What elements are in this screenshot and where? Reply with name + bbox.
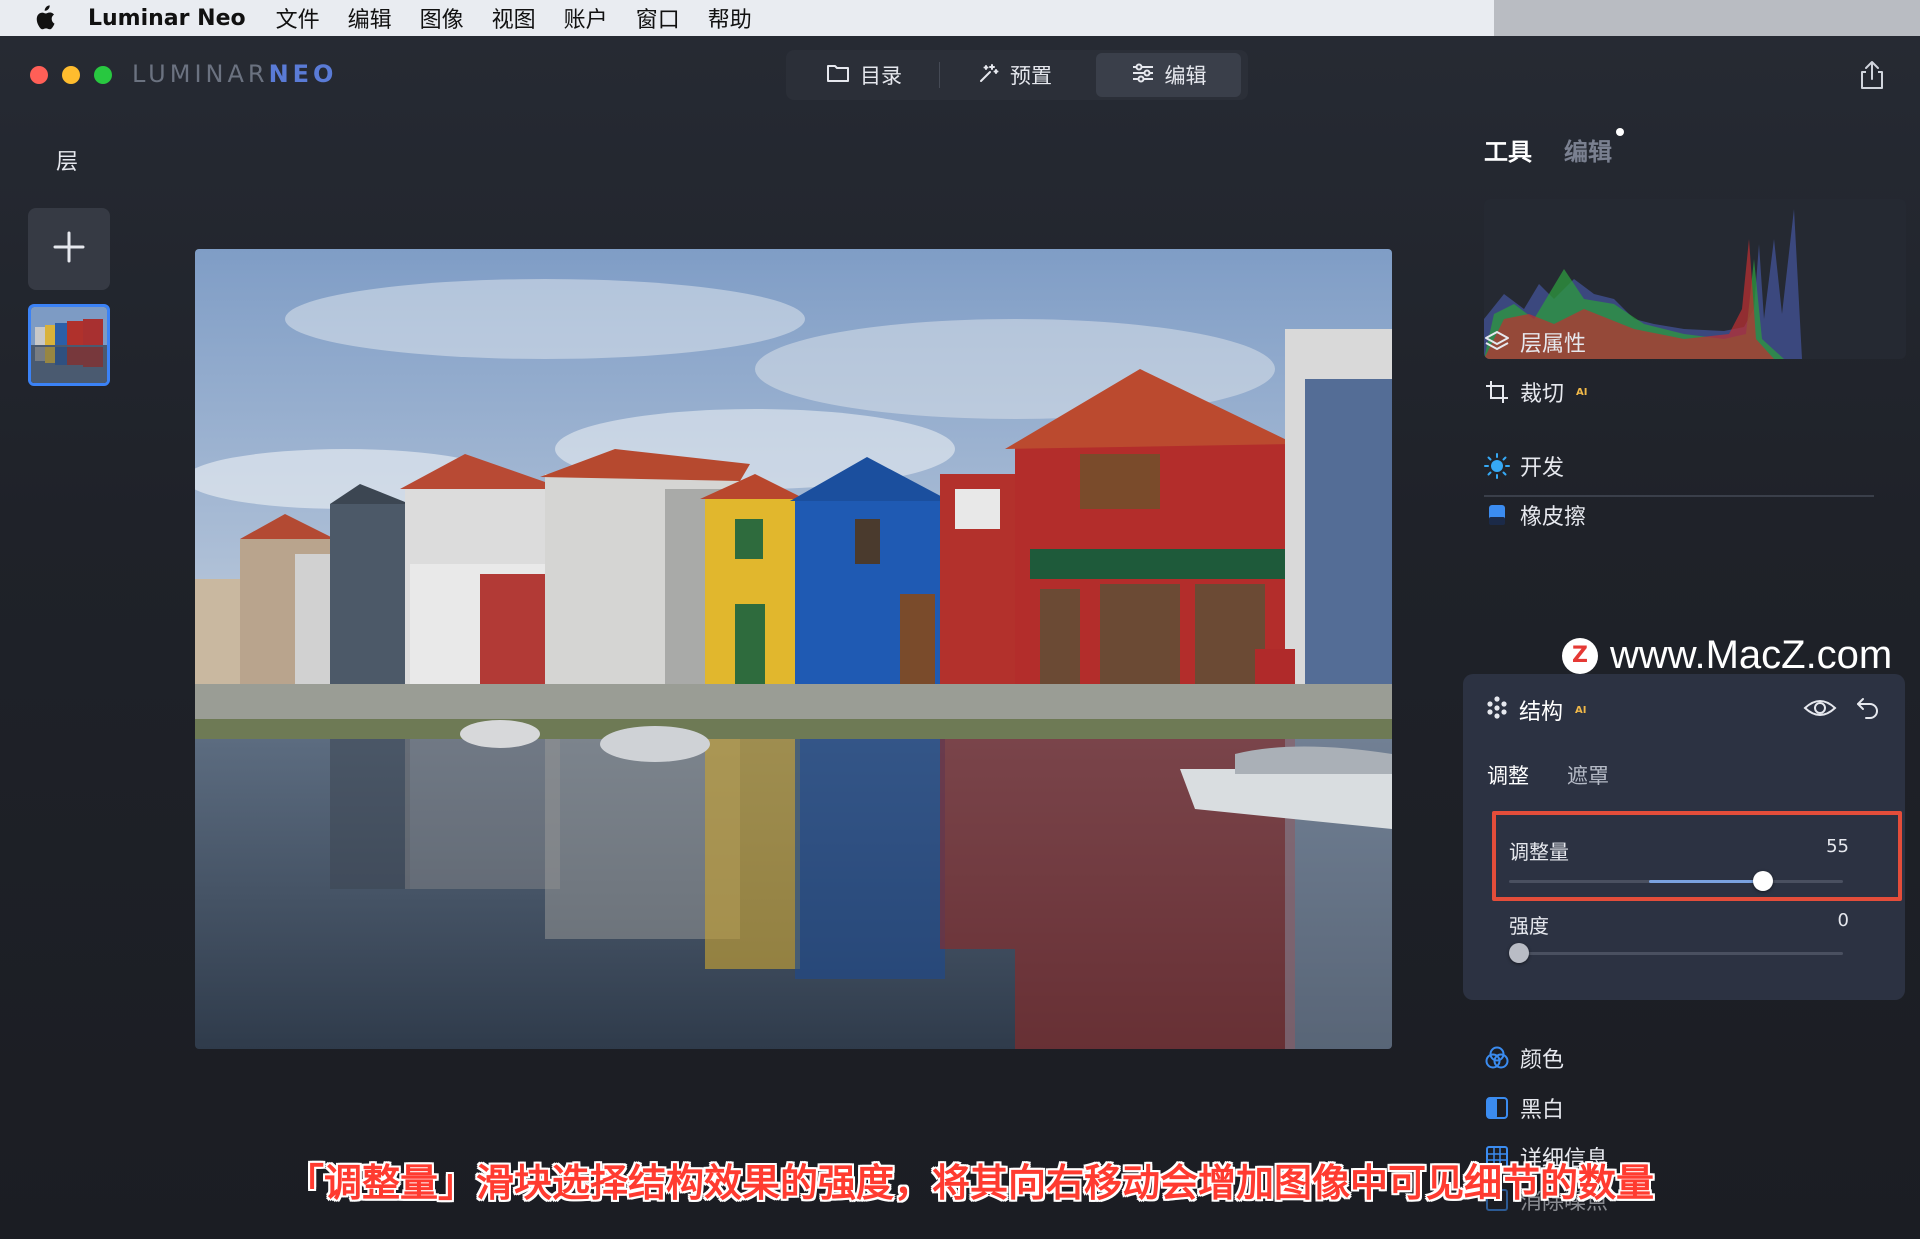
watermark-text: www.MacZ.com	[1610, 633, 1893, 677]
strength-slider-label: 强度	[1509, 914, 1549, 938]
crop-icon	[1484, 379, 1510, 405]
strength-slider-thumb[interactable]	[1509, 943, 1529, 963]
tab-tools[interactable]: 工具	[1484, 132, 1532, 167]
app-name-menu[interactable]: Luminar Neo	[88, 6, 246, 31]
zoom-window-button[interactable]	[94, 66, 112, 84]
menu-window[interactable]: 窗口	[636, 2, 680, 34]
reset-icon[interactable]	[1855, 694, 1881, 720]
title-bar: LUMINARNEO 目录 预置 编辑	[0, 36, 1920, 112]
structure-header[interactable]: 结构 AI	[1485, 694, 1586, 726]
tab-catalog-label: 目录	[860, 64, 902, 88]
tool-label: 层属性	[1520, 332, 1587, 357]
tab-mask[interactable]: 遮罩	[1567, 760, 1609, 790]
app-window: LUMINARNEO 目录 预置 编辑 层 工具 编辑 层属性 裁切 AI 开发…	[0, 36, 1920, 1239]
tool-label: 颜色	[1520, 1048, 1565, 1073]
tab-edits[interactable]: 编辑	[1564, 128, 1624, 167]
tool-crop[interactable]: 裁切 AI	[1484, 376, 1587, 408]
watermark-logo-icon: Z	[1562, 637, 1598, 674]
watermark: Z www.MacZ.com	[1562, 633, 1892, 678]
menu-account[interactable]: 账户	[564, 2, 608, 34]
strength-slider[interactable]: 强度 0	[1509, 910, 1849, 970]
menu-view[interactable]: 视图	[492, 2, 536, 34]
tab-presets-label: 预置	[1010, 64, 1052, 88]
app-logo: LUMINARNEO	[132, 60, 337, 88]
strength-slider-value: 0	[1837, 910, 1849, 931]
tool-eraser[interactable]: 橡皮擦	[1484, 499, 1586, 531]
divider	[1484, 495, 1874, 497]
folder-icon	[826, 63, 850, 88]
structure-icon	[1485, 695, 1509, 725]
apple-icon[interactable]	[30, 4, 58, 32]
photo-canvas[interactable]	[195, 249, 1392, 1049]
logo-main: LUMINAR	[132, 60, 269, 88]
tab-edit-label: 编辑	[1164, 64, 1207, 88]
menu-file[interactable]: 文件	[276, 2, 320, 34]
close-window-button[interactable]	[30, 66, 48, 84]
tool-develop[interactable]: 开发	[1484, 450, 1564, 482]
menubar-status-area	[1494, 0, 1920, 36]
eye-icon[interactable]	[1803, 696, 1837, 720]
tool-label: 黑白	[1520, 1098, 1565, 1123]
share-icon[interactable]	[1858, 60, 1886, 90]
tab-adjust[interactable]: 调整	[1487, 760, 1529, 790]
edits-indicator-dot	[1616, 128, 1624, 136]
highlight-annotation	[1492, 811, 1902, 901]
tool-bw[interactable]: 黑白	[1484, 1092, 1564, 1124]
sun-icon	[1484, 453, 1510, 479]
ai-badge: AI	[1576, 386, 1588, 398]
mode-tabs: 目录 预置 编辑	[786, 50, 1248, 100]
add-layer-button[interactable]	[28, 208, 110, 290]
menu-help[interactable]: 帮助	[708, 2, 752, 34]
layer-thumbnail[interactable]	[28, 304, 110, 386]
subtitle-caption: 「调整量」滑块选择结构效果的强度，将其向右移动会增加图像中可见细节的数量	[286, 1161, 1655, 1205]
tab-catalog[interactable]: 目录	[789, 53, 939, 97]
eraser-icon	[1484, 502, 1510, 528]
tool-label: 橡皮擦	[1520, 505, 1587, 530]
tab-presets[interactable]: 预置	[940, 53, 1090, 97]
menu-image[interactable]: 图像	[420, 2, 464, 34]
sparkle-icon	[978, 62, 1000, 89]
color-icon	[1484, 1045, 1510, 1071]
structure-sub-tabs: 调整 遮罩	[1487, 760, 1609, 790]
tool-label: 裁切	[1520, 382, 1565, 407]
sliders-icon	[1131, 63, 1155, 88]
tab-edits-label: 编辑	[1564, 138, 1612, 166]
tab-edit[interactable]: 编辑	[1096, 53, 1241, 97]
ai-badge: AI	[1575, 704, 1587, 716]
panel-tabs: 工具 编辑	[1484, 128, 1624, 167]
menu-edit[interactable]: 编辑	[348, 2, 392, 34]
structure-title: 结构	[1519, 700, 1564, 725]
strength-slider-track[interactable]	[1509, 952, 1843, 955]
plus-icon	[51, 229, 87, 269]
minimize-window-button[interactable]	[62, 66, 80, 84]
canal-photo	[195, 249, 1392, 1049]
tool-layer-properties[interactable]: 层属性	[1484, 326, 1586, 358]
logo-sub: NEO	[268, 60, 338, 88]
tool-label: 开发	[1520, 456, 1565, 481]
layers-title: 层	[56, 150, 79, 175]
bw-icon	[1484, 1095, 1510, 1121]
layers-icon	[1484, 329, 1510, 355]
menubar: Luminar Neo 文件 编辑 图像 视图 账户 窗口 帮助	[0, 0, 1920, 36]
tool-color[interactable]: 颜色	[1484, 1042, 1564, 1074]
